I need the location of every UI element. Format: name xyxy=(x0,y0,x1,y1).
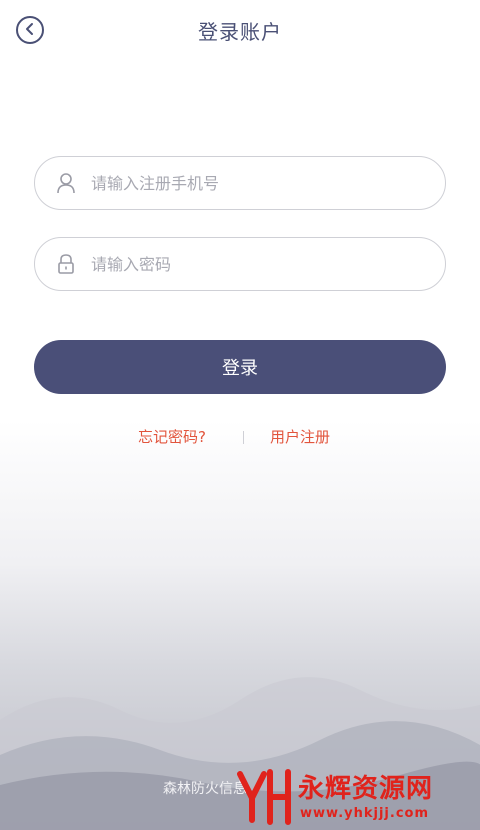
phone-input[interactable] xyxy=(89,172,445,194)
watermark: 永辉资源网 www.yhkjjj.com xyxy=(228,762,480,830)
page-title: 登录账户 xyxy=(198,20,282,44)
watermark-url: www.yhkjjj.com xyxy=(300,806,430,821)
login-button[interactable]: 登录 xyxy=(34,340,446,394)
user-icon xyxy=(55,172,77,194)
watermark-brand: 永辉资源网 xyxy=(298,774,434,804)
lock-icon xyxy=(55,253,77,275)
password-input[interactable] xyxy=(89,253,445,275)
forgot-password-link[interactable]: 忘记密码? xyxy=(138,426,206,447)
phone-field[interactable] xyxy=(34,156,446,210)
auth-links: 忘记密码? 用户注册 xyxy=(0,426,480,448)
register-link[interactable]: 用户注册 xyxy=(270,426,330,447)
watermark-logo-icon xyxy=(237,769,291,825)
header: 登录账户 xyxy=(0,0,480,64)
password-field[interactable] xyxy=(34,237,446,291)
link-divider xyxy=(243,431,244,444)
